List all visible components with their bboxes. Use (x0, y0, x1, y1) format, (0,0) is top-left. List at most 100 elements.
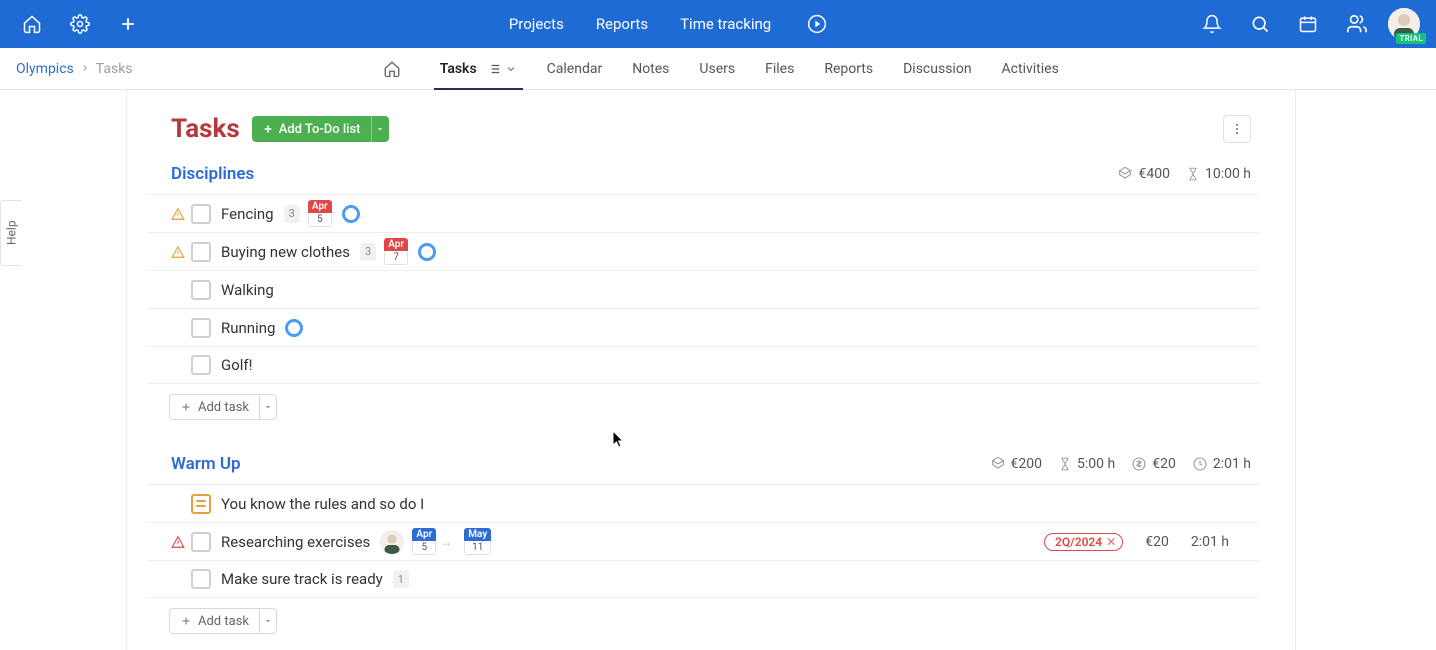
subnav-discussion[interactable]: Discussion (903, 48, 971, 89)
stat-estimate: 5:00 h (1058, 456, 1115, 472)
create-button[interactable] (104, 0, 152, 48)
page-more-button[interactable] (1223, 115, 1251, 143)
calendar-button[interactable] (1284, 0, 1332, 48)
hourglass-icon (1186, 166, 1200, 182)
assignee-avatar[interactable] (380, 530, 404, 554)
group-title[interactable]: Warm Up (171, 454, 241, 474)
stat-cost: €20 (1131, 456, 1176, 472)
task-row[interactable]: Researching exercises Apr5 → May11 2Q/20… (147, 522, 1259, 560)
subnav-notes[interactable]: Notes (632, 48, 669, 89)
breadcrumb-project[interactable]: Olympics (16, 61, 74, 77)
timer-play-button[interactable] (803, 0, 831, 48)
alert-icon (169, 535, 187, 549)
task-row[interactable]: You know the rules and so do I (147, 484, 1259, 522)
stat-budget-value: €400 (1138, 166, 1169, 182)
clock-icon (1192, 456, 1208, 472)
task-name[interactable]: Researching exercises (221, 533, 370, 551)
add-task-button[interactable]: Add task (169, 394, 259, 420)
list-view-icon[interactable] (487, 62, 501, 76)
alert-icon (169, 207, 187, 221)
progress-icon[interactable] (285, 319, 303, 337)
profile-menu[interactable]: TRIAL (1380, 0, 1428, 48)
task-cost: €20 (1145, 534, 1169, 550)
task-checkbox[interactable] (191, 280, 211, 300)
subnav-calendar[interactable]: Calendar (547, 48, 603, 89)
task-count: 1 (393, 570, 409, 588)
nav-reports[interactable]: Reports (596, 15, 648, 33)
subnav-home[interactable] (374, 48, 410, 89)
task-row[interactable]: Make sure track is ready 1 (147, 560, 1259, 598)
date-chip[interactable]: Apr5 (308, 200, 332, 227)
group-body-warmup: You know the rules and so do I Researchi… (127, 484, 1295, 598)
people-button[interactable] (1332, 0, 1380, 48)
task-name[interactable]: Walking (221, 281, 274, 299)
date-chip-to[interactable]: May11 (464, 528, 491, 555)
add-task-wrap: Add task (169, 394, 277, 420)
stat-tracked-value: 2:01 h (1213, 456, 1251, 472)
task-checkbox[interactable] (191, 242, 211, 262)
stat-tracked: 2:01 h (1192, 456, 1251, 472)
task-name[interactable]: Golf! (221, 356, 253, 374)
add-task-dropdown[interactable] (259, 394, 277, 420)
task-name[interactable]: Buying new clothes (221, 243, 350, 261)
nav-time-tracking[interactable]: Time tracking (680, 15, 771, 33)
subnav-reports[interactable]: Reports (824, 48, 873, 89)
stat-estimate-value: 10:00 h (1205, 166, 1251, 182)
add-task-button[interactable]: Add task (169, 608, 259, 634)
task-checkbox[interactable] (191, 318, 211, 338)
subnav-activities[interactable]: Activities (1002, 48, 1059, 89)
progress-icon[interactable] (342, 205, 360, 223)
breadcrumb-current: Tasks (96, 61, 133, 77)
stat-estimate-value: 5:00 h (1077, 456, 1115, 472)
progress-icon[interactable] (418, 243, 436, 261)
settings-button[interactable] (56, 0, 104, 48)
task-checkbox[interactable] (191, 532, 211, 552)
task-hours: 2:01 h (1191, 534, 1229, 550)
task-tag[interactable]: 2Q/2024 ✕ (1044, 533, 1123, 551)
search-button[interactable] (1236, 0, 1284, 48)
task-name[interactable]: Make sure track is ready (221, 570, 383, 588)
date-chip-from[interactable]: Apr5 (412, 528, 436, 555)
subnav-users[interactable]: Users (699, 48, 735, 89)
page-title: Tasks (171, 114, 240, 144)
note-icon[interactable] (191, 494, 211, 514)
add-todo-list-label: Add To-Do list (279, 122, 361, 137)
tag-label: 2Q/2024 (1055, 535, 1102, 549)
subnav-tasks[interactable]: Tasks (440, 48, 517, 89)
notifications-button[interactable] (1188, 0, 1236, 48)
date-chip[interactable]: Apr7 (384, 238, 408, 265)
group-body-disciplines: Fencing 3 Apr5 Buying new clothes 3 Apr7 (127, 194, 1295, 384)
stat-budget: €400 (1117, 166, 1169, 182)
home-button[interactable] (8, 0, 56, 48)
subnav-label: Tasks (440, 61, 477, 77)
task-name[interactable]: You know the rules and so do I (221, 495, 424, 513)
add-task-label: Add task (198, 400, 249, 415)
subnav-files[interactable]: Files (765, 48, 794, 89)
add-todo-list-dropdown[interactable] (371, 116, 389, 142)
task-checkbox[interactable] (191, 355, 211, 375)
tag-remove[interactable]: ✕ (1106, 535, 1116, 549)
task-row[interactable]: Golf! (147, 346, 1259, 384)
task-row[interactable]: Buying new clothes 3 Apr7 (147, 232, 1259, 270)
trial-badge: TRIAL (1396, 33, 1426, 44)
add-task-dropdown[interactable] (259, 608, 277, 634)
main-canvas[interactable]: Tasks Add To-Do list Disciplines €400 (0, 90, 1436, 650)
task-name[interactable]: Fencing (221, 205, 274, 223)
page-header: Tasks Add To-Do list (127, 90, 1295, 158)
task-name[interactable]: Running (221, 319, 275, 337)
add-todo-list-button[interactable]: Add To-Do list (252, 116, 371, 142)
task-checkbox[interactable] (191, 204, 211, 224)
group-header-disciplines: Disciplines €400 10:00 h (127, 158, 1295, 194)
task-row[interactable]: Running (147, 308, 1259, 346)
group-title[interactable]: Disciplines (171, 164, 254, 184)
help-tab[interactable]: Help (0, 200, 22, 266)
arrow-right-icon: → (440, 535, 452, 549)
subnav: Tasks Calendar Notes Users Files Reports… (133, 48, 1300, 89)
nav-projects[interactable]: Projects (509, 15, 564, 33)
alert-icon (169, 245, 187, 259)
task-row[interactable]: Fencing 3 Apr5 (147, 194, 1259, 232)
chevron-down-icon[interactable] (505, 63, 517, 75)
task-checkbox[interactable] (191, 569, 211, 589)
task-row[interactable]: Walking (147, 270, 1259, 308)
cost-icon (1131, 456, 1147, 472)
